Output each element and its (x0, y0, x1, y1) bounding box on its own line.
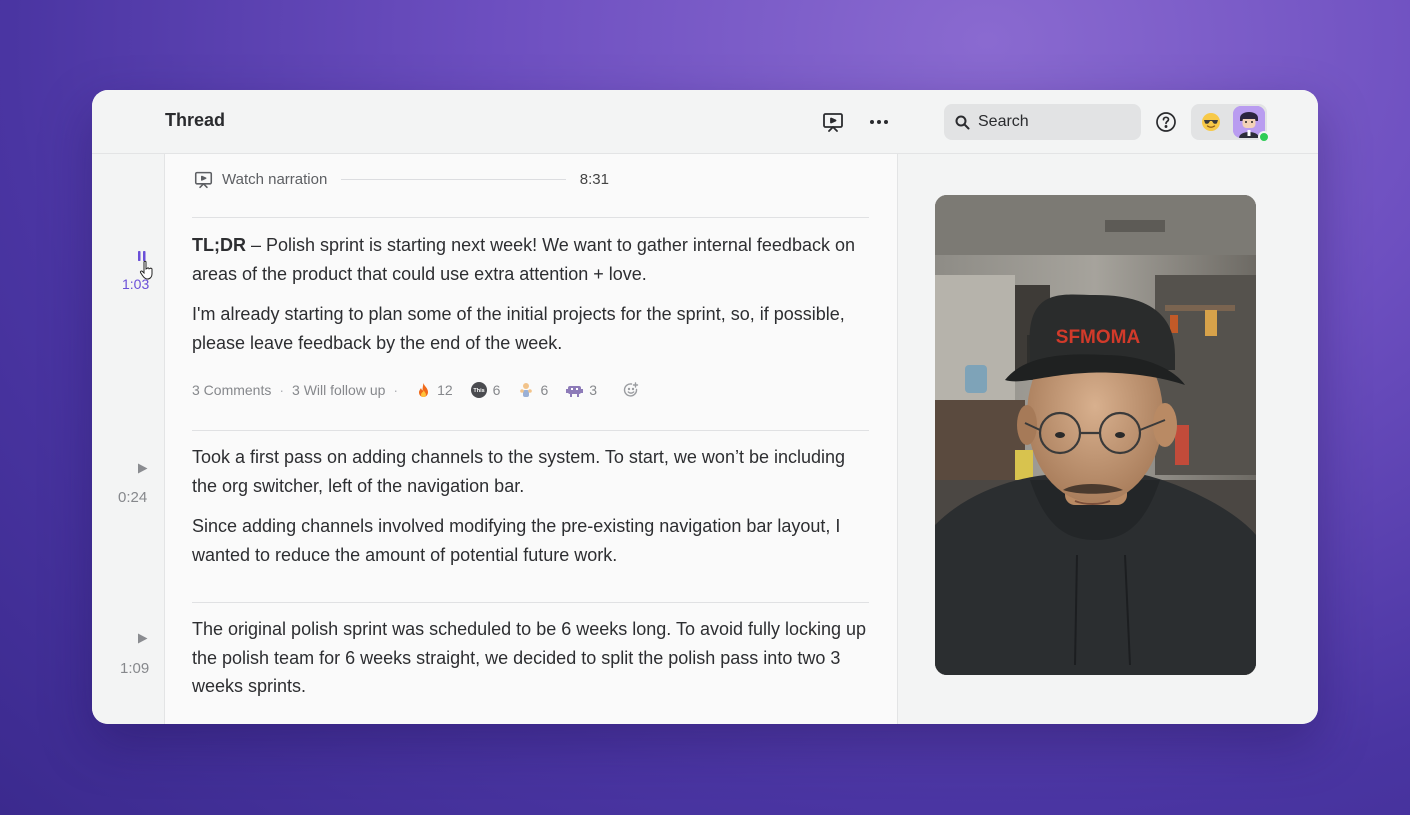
message-2-paragraph-2: Since adding channels involved modifying… (192, 516, 841, 565)
tldr-label: TL;DR (192, 235, 246, 255)
help-button[interactable] (1154, 110, 1178, 134)
play-icon[interactable] (137, 633, 148, 644)
narrator-video-frame: SFMOMA (935, 195, 1256, 675)
present-button[interactable] (820, 109, 846, 135)
message-3-paragraph-1: The original polish sprint was scheduled… (192, 619, 867, 696)
watch-narration-row[interactable]: Watch narration 8:31 (194, 169, 609, 189)
timestamp-3[interactable]: 1:09 (120, 660, 149, 677)
message-meta-row: 3 Comments · 3 Will follow up · 12 This … (192, 382, 639, 398)
page-title: Thread (165, 110, 226, 130)
cap-logo-text: SFMOMA (1056, 327, 1141, 348)
narration-duration: 8:31 (579, 170, 609, 188)
play-icon[interactable] (137, 463, 148, 474)
message-1-text-1: Polish sprint is starting next week! We … (192, 235, 855, 284)
presence-avatars[interactable] (1191, 104, 1267, 140)
separator-dot: · (393, 382, 399, 398)
message-1-paragraph-1: TL;DR – Polish sprint is starting next w… (192, 231, 872, 288)
this-badge-icon: This (470, 382, 487, 398)
timestamp-gutter: 1:03 0:24 1:09 (92, 154, 165, 724)
comments-link[interactable]: 3 Comments (192, 382, 271, 398)
search-placeholder: Search (978, 113, 1029, 130)
reaction-count: 6 (492, 382, 501, 398)
online-status-dot (1258, 131, 1270, 143)
search-input[interactable]: Search (944, 104, 1141, 140)
sunglasses-emoji-icon (1202, 113, 1220, 131)
message-2-paragraph-1: Took a first pass on adding channels to … (192, 447, 846, 496)
timestamp-active[interactable]: 1:03 (122, 276, 149, 292)
ellipsis-icon (870, 120, 888, 124)
video-panel: SFMOMA (898, 154, 1318, 724)
reaction-this[interactable]: This 6 (470, 382, 501, 398)
divider (192, 430, 869, 431)
reaction-critter[interactable]: 3 (566, 382, 597, 398)
help-icon (1156, 112, 1176, 132)
presentation-icon (194, 171, 213, 188)
separator-dot: · (279, 382, 285, 398)
reaction-count: 6 (540, 382, 549, 398)
clapping-person-icon (520, 383, 533, 397)
search-icon (955, 115, 970, 129)
thread-content: Watch narration 8:31 TL;DR – Polish spri… (165, 154, 898, 724)
watch-narration-label: Watch narration (222, 170, 328, 188)
follow-up-link[interactable]: 3 Will follow up (292, 382, 385, 398)
reaction-count: 3 (589, 382, 598, 398)
thread-window: Thread Search 1:03 0:24 1:09 Watch narra… (92, 90, 1318, 724)
reaction-count: 12 (437, 382, 453, 398)
top-bar: Thread Search (92, 90, 1318, 154)
reaction-fire[interactable]: 12 (416, 382, 453, 398)
fire-icon (419, 383, 429, 397)
tldr-dash: – (245, 235, 266, 255)
add-reaction-button[interactable] (623, 382, 639, 398)
narration-progress-line (341, 178, 566, 180)
divider (192, 217, 869, 218)
this-badge-text: This (473, 388, 484, 394)
message-1-paragraph-2: I'm already starting to plan some of the… (192, 304, 845, 353)
presentation-icon (823, 113, 843, 132)
reaction-clap[interactable]: 6 (518, 382, 548, 398)
pixel-critter-icon (566, 386, 584, 397)
add-emoji-icon (623, 382, 639, 397)
narrator-video[interactable]: SFMOMA (935, 195, 1256, 675)
timestamp-2[interactable]: 0:24 (118, 489, 147, 506)
more-options-button[interactable] (866, 109, 892, 135)
divider (192, 602, 869, 603)
